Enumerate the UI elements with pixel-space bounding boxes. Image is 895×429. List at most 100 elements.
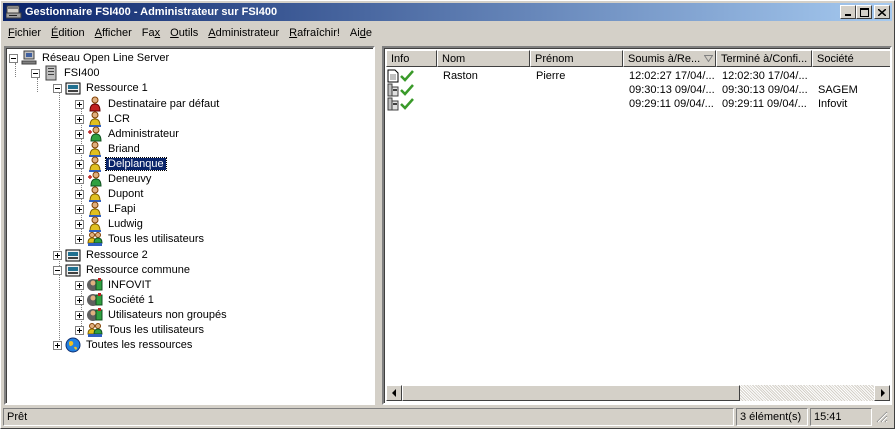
column-header-termine[interactable]: Terminé à/Confi... — [716, 50, 812, 67]
expand-toggle[interactable] — [75, 204, 84, 214]
server-icon — [45, 65, 57, 81]
menu-rafraichir[interactable]: Rafraîchir! — [284, 25, 345, 41]
menu-accel: O — [170, 26, 179, 39]
resource-tree[interactable]: Réseau Open Line Server FSI400 Ressource… — [4, 46, 375, 405]
expand-toggle[interactable] — [75, 189, 84, 199]
expand-toggle[interactable] — [75, 219, 84, 229]
pane-splitter[interactable] — [377, 46, 381, 405]
menu-outils[interactable]: Outils — [165, 25, 203, 41]
table-row[interactable]: 09:29:11 09/04/... 09:29:11 09/04/... In… — [386, 97, 890, 111]
tree-node-user[interactable]: Ludwig — [75, 216, 145, 232]
expand-toggle[interactable] — [75, 114, 84, 124]
tree-node-server[interactable]: FSI400 — [31, 65, 101, 81]
tree-node-user[interactable]: LCR — [75, 111, 132, 127]
column-header-label: Info — [391, 52, 410, 65]
expand-toggle[interactable] — [75, 159, 84, 169]
tree-label-group: Tous les utilisateurs — [108, 233, 204, 245]
user-icon — [89, 201, 101, 217]
tree-node-group[interactable]: Tous les utilisateurs — [75, 231, 206, 247]
collapse-toggle[interactable] — [53, 265, 62, 275]
check-icon — [400, 84, 414, 96]
close-button[interactable] — [874, 5, 890, 19]
tree-label-company: Société 1 — [108, 294, 154, 306]
tree-node-user[interactable]: Destinataire par défaut — [75, 96, 221, 112]
expand-toggle[interactable] — [75, 325, 84, 335]
cell-nom: Raston — [443, 70, 478, 82]
resize-grip-icon[interactable] — [874, 408, 888, 424]
expand-toggle[interactable] — [75, 234, 84, 244]
tree-node-ressource-commune[interactable]: Ressource commune — [53, 262, 192, 278]
tree-node-group[interactable]: Tous les utilisateurs — [75, 322, 206, 338]
tree-node-user[interactable]: Administrateur — [75, 126, 181, 142]
cell-termine: 09:30:13 09/04/... — [722, 84, 808, 96]
cell-societe: SAGEM — [818, 84, 858, 96]
user-admin-icon — [88, 171, 102, 187]
menu-label: afraîchir! — [297, 26, 340, 39]
cell-nom — [443, 97, 531, 111]
title-bar[interactable]: Gestionnaire FSI400 - Administrateur sur… — [3, 3, 892, 21]
expand-toggle[interactable] — [75, 310, 84, 320]
message-list[interactable]: Info Nom Prénom Soumis à/Re... Terminé à… — [382, 46, 892, 405]
scroll-thumb[interactable] — [402, 385, 740, 401]
tree-node-user-selected[interactable]: Delplanque — [75, 156, 167, 172]
horizontal-scrollbar[interactable] — [386, 385, 890, 401]
menu-aide[interactable]: Aide — [345, 25, 377, 41]
tree-node-user[interactable]: Briand — [75, 141, 142, 157]
menu-fax[interactable]: Fax — [137, 25, 165, 41]
tree-node-all-resources[interactable]: Toutes les ressources — [53, 337, 194, 353]
column-header-soumis[interactable]: Soumis à/Re... — [623, 50, 716, 67]
maximize-icon — [859, 7, 869, 17]
tree-label-user: Dupont — [108, 188, 144, 200]
expand-toggle[interactable] — [75, 129, 84, 139]
tree-label-user: Briand — [108, 143, 140, 155]
collapse-toggle[interactable] — [31, 68, 40, 78]
tree-node-company[interactable]: Utilisateurs non groupés — [75, 307, 229, 323]
column-header-societe[interactable]: Société — [812, 50, 890, 67]
collapse-toggle[interactable] — [53, 83, 62, 93]
tree-node-root[interactable]: Réseau Open Line Server — [9, 50, 171, 66]
cell-nom — [443, 83, 531, 97]
table-row[interactable]: Raston Pierre 12:02:27 17/04/... 12:02:3… — [386, 69, 890, 83]
expand-toggle[interactable] — [53, 250, 62, 260]
row-status-icons — [387, 69, 414, 83]
scroll-right-button[interactable] — [874, 385, 890, 401]
expand-toggle[interactable] — [75, 295, 84, 305]
tree-node-company[interactable]: INFOVIT — [75, 277, 153, 293]
tree-node-company[interactable]: Société 1 — [75, 292, 156, 308]
cell-soumis: 09:30:13 09/04/... — [629, 84, 715, 96]
tree-node-user[interactable]: LFapi — [75, 201, 138, 217]
menu-fichier[interactable]: Fichier — [3, 25, 46, 41]
menu-afficher[interactable]: Afficher — [90, 25, 137, 41]
collapse-toggle[interactable] — [9, 53, 18, 63]
menu-edition[interactable]: Édition — [46, 25, 90, 41]
column-header-nom[interactable]: Nom — [437, 50, 530, 67]
expand-toggle[interactable] — [75, 144, 84, 154]
column-header-info[interactable]: Info — [386, 50, 437, 67]
expand-toggle[interactable] — [53, 340, 62, 350]
tree-node-user[interactable]: Dupont — [75, 186, 145, 202]
fax-machine-icon — [65, 82, 81, 95]
tree-label-company: Utilisateurs non groupés — [108, 309, 227, 321]
window-title: Gestionnaire FSI400 - Administrateur sur… — [25, 6, 278, 18]
tree-node-ressource-2[interactable]: Ressource 2 — [53, 247, 150, 263]
expand-toggle[interactable] — [75, 174, 84, 184]
tree-node-ressource-1[interactable]: Ressource 1 — [53, 80, 150, 96]
column-header-prenom[interactable]: Prénom — [530, 50, 623, 67]
arrow-left-icon — [391, 389, 396, 397]
menu-label: dministrateur — [215, 26, 280, 39]
globe-icon — [65, 337, 81, 353]
minimize-button[interactable] — [840, 5, 856, 19]
table-row[interactable]: 09:30:13 09/04/... 09:30:13 09/04/... SA… — [386, 83, 890, 97]
expand-toggle[interactable] — [75, 280, 84, 290]
column-header-label: Nom — [442, 52, 466, 65]
tree-node-user[interactable]: Deneuvy — [75, 171, 153, 187]
scroll-left-button[interactable] — [386, 385, 402, 401]
menu-bar: Fichier Édition Afficher Fax Outils Admi… — [3, 23, 377, 42]
cell-prenom: Pierre — [536, 70, 566, 82]
cell-termine: 12:02:30 17/04/... — [722, 70, 808, 82]
maximize-button[interactable] — [856, 5, 872, 19]
expand-toggle[interactable] — [75, 99, 84, 109]
menu-administrateur[interactable]: Administrateur — [203, 25, 284, 41]
group-icon — [87, 232, 103, 246]
fax-machine-icon — [65, 249, 81, 262]
